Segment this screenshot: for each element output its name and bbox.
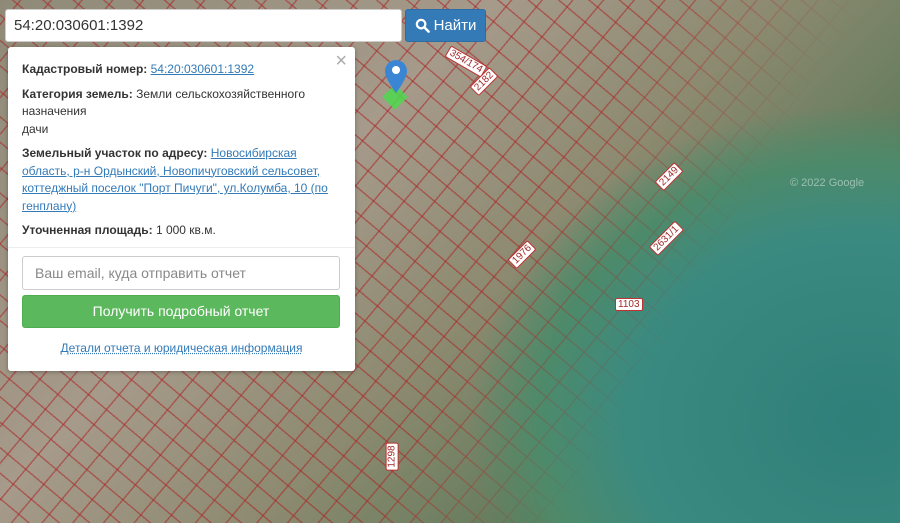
search-button-label: Найти	[433, 17, 477, 34]
get-report-button[interactable]: Получить подробный отчет	[22, 294, 340, 328]
divider	[8, 246, 355, 248]
parcel-info-panel: × Кадастровый номер: 54:20:030601:1392 К…	[8, 47, 355, 371]
cadastral-number-row: Кадастровый номер: 54:20:030601:1392	[22, 61, 341, 79]
close-icon[interactable]: ×	[335, 51, 347, 71]
cadastral-number-link[interactable]: 54:20:030601:1392	[151, 62, 254, 76]
address-row: Земельный участок по адресу: Новосибирск…	[22, 145, 341, 215]
map-marker-icon[interactable]	[382, 58, 410, 114]
area-value: 1 000 кв.м.	[155, 223, 216, 237]
cadastral-search-input[interactable]	[5, 9, 402, 42]
land-category-row: Категория земель: Земли сельскохозяйстве…	[22, 86, 341, 139]
report-details-link[interactable]: Детали отчета и юридическая информация	[22, 341, 341, 355]
search-button[interactable]: Найти	[405, 9, 486, 42]
category-label: Категория земель:	[22, 86, 133, 101]
area-row: Уточненная площадь: 1 000 кв.м.	[22, 222, 341, 240]
usage-value: дачи	[22, 121, 49, 136]
parcel-label[interactable]: 1103	[615, 298, 643, 311]
email-input[interactable]	[22, 255, 340, 290]
map-attribution: © 2022 Google	[790, 177, 865, 189]
parcel-label[interactable]: 1298	[385, 442, 399, 471]
address-label: Земельный участок по адресу:	[22, 146, 208, 160]
cadastral-label: Кадастровый номер:	[22, 62, 148, 76]
search-icon	[415, 18, 430, 33]
area-label: Уточненная площадь:	[22, 223, 153, 237]
